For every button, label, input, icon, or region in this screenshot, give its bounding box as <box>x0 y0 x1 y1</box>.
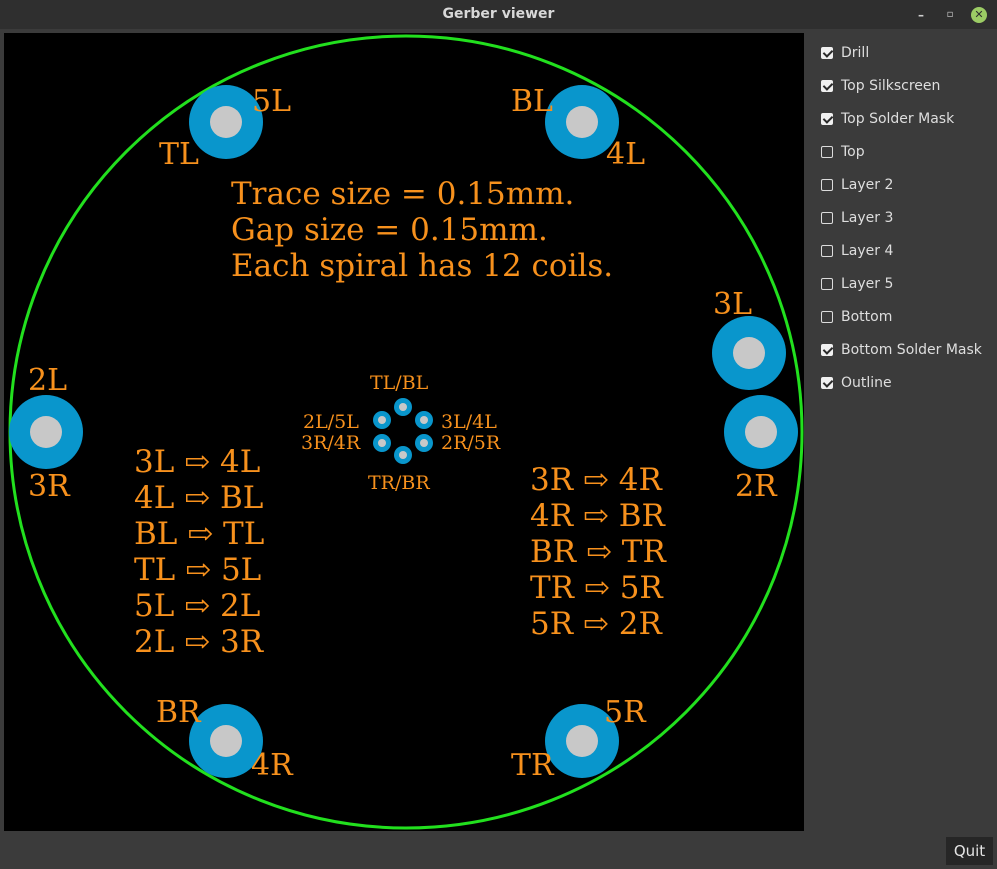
checkbox[interactable] <box>821 277 833 290</box>
via-label: TL/BL <box>370 372 429 394</box>
route-line: BL ⇨ TL <box>134 516 264 552</box>
pad-label: BR <box>156 695 202 730</box>
layer-label: Bottom Solder Mask <box>841 341 982 358</box>
via-label: TR/BR <box>368 472 430 494</box>
route-line: 4L ⇨ BL <box>134 480 263 516</box>
via-label: 3L/4L <box>441 411 497 433</box>
info-line: Each spiral has 12 coils. <box>231 248 613 284</box>
maximize-icon[interactable]: ▫ <box>941 6 959 24</box>
pad-label: 4L <box>606 137 645 172</box>
checkbox[interactable] <box>821 145 833 158</box>
layer-label: Top <box>841 143 865 160</box>
checkbox[interactable] <box>821 343 833 356</box>
via-right-bottom <box>415 434 433 452</box>
route-line: TR ⇨ 5R <box>530 570 664 606</box>
route-line: 5L ⇨ 2L <box>134 588 260 624</box>
quit-button[interactable]: Quit <box>946 837 993 865</box>
checkbox[interactable] <box>821 79 833 92</box>
via-label: 3R/4R <box>301 432 361 454</box>
layer-toggle-layer-4[interactable]: Layer 4 <box>812 234 997 267</box>
pad-label: TR <box>511 748 555 783</box>
pad-label: TL <box>159 137 199 172</box>
minimize-icon[interactable]: – <box>912 6 930 24</box>
route-line: 2L ⇨ 3R <box>134 624 265 660</box>
layer-toggle-top-solder-mask[interactable]: Top Solder Mask <box>812 102 997 135</box>
layer-label: Outline <box>841 374 892 391</box>
layer-toggle-outline[interactable]: Outline <box>812 366 997 399</box>
via-label: 2R/5R <box>441 432 501 454</box>
pad-label: 5L <box>252 84 291 119</box>
pcb-render: 5L TL BL 4L 3L 2R 2L 3R BR 4R 5R TR Trac… <box>8 34 804 830</box>
layer-label: Drill <box>841 44 870 61</box>
checkbox[interactable] <box>821 376 833 389</box>
pad-label: 2L <box>28 363 67 398</box>
via-bottom <box>394 446 412 464</box>
layer-toggle-drill[interactable]: Drill <box>812 36 997 69</box>
pad-left <box>9 395 83 469</box>
layer-label: Top Silkscreen <box>841 77 941 94</box>
layer-label: Layer 2 <box>841 176 894 193</box>
layer-toggle-layer-5[interactable]: Layer 5 <box>812 267 997 300</box>
info-line: Trace size = 0.15mm. <box>231 176 574 212</box>
info-line: Gap size = 0.15mm. <box>231 212 548 248</box>
via-label: 2L/5L <box>303 411 359 433</box>
pad-label: 4R <box>251 748 294 783</box>
layer-label: Layer 4 <box>841 242 894 259</box>
pad-right-lower <box>724 395 798 469</box>
layer-toggle-top-silkscreen[interactable]: Top Silkscreen <box>812 69 997 102</box>
via-left-top <box>373 411 391 429</box>
title-bar: Gerber viewer – ▫ ✕ <box>0 0 997 29</box>
window-title: Gerber viewer <box>442 6 555 22</box>
close-icon[interactable]: ✕ <box>971 7 987 23</box>
route-line: 5R ⇨ 2R <box>530 606 663 642</box>
layer-toggle-top[interactable]: Top <box>812 135 997 168</box>
pad-label: 5R <box>604 695 647 730</box>
checkbox[interactable] <box>821 112 833 125</box>
pad-label: 2R <box>735 469 778 504</box>
checkbox[interactable] <box>821 178 833 191</box>
via-top <box>394 398 412 416</box>
checkbox[interactable] <box>821 211 833 224</box>
layer-toggle-bottom[interactable]: Bottom <box>812 300 997 333</box>
route-line: TL ⇨ 5L <box>134 552 261 588</box>
layer-label: Bottom <box>841 308 893 325</box>
checkbox[interactable] <box>821 46 833 59</box>
route-line: 3R ⇨ 4R <box>530 462 663 498</box>
via-left-bottom <box>373 434 391 452</box>
route-line: BR ⇨ TR <box>530 534 667 570</box>
pad-label: 3R <box>28 469 71 504</box>
pad-label: BL <box>511 84 553 119</box>
route-line: 4R ⇨ BR <box>530 498 667 534</box>
via-right-top <box>415 411 433 429</box>
layer-label: Top Solder Mask <box>841 110 955 127</box>
layer-toggle-layer-3[interactable]: Layer 3 <box>812 201 997 234</box>
checkbox[interactable] <box>821 310 833 323</box>
board-outline <box>8 34 804 830</box>
gerber-canvas[interactable]: 5L TL BL 4L 3L 2R 2L 3R BR 4R 5R TR Trac… <box>4 33 804 831</box>
layer-label: Layer 5 <box>841 275 894 292</box>
layer-toggle-bottom-solder-mask[interactable]: Bottom Solder Mask <box>812 333 997 366</box>
layer-toggle-layer-2[interactable]: Layer 2 <box>812 168 997 201</box>
layer-label: Layer 3 <box>841 209 894 226</box>
checkbox[interactable] <box>821 244 833 257</box>
layer-panel: Drill Top Silkscreen Top Solder Mask Top… <box>812 36 997 399</box>
route-line: 3L ⇨ 4L <box>134 444 260 480</box>
pad-label: 3L <box>713 287 752 322</box>
pad-right-upper <box>712 316 786 390</box>
